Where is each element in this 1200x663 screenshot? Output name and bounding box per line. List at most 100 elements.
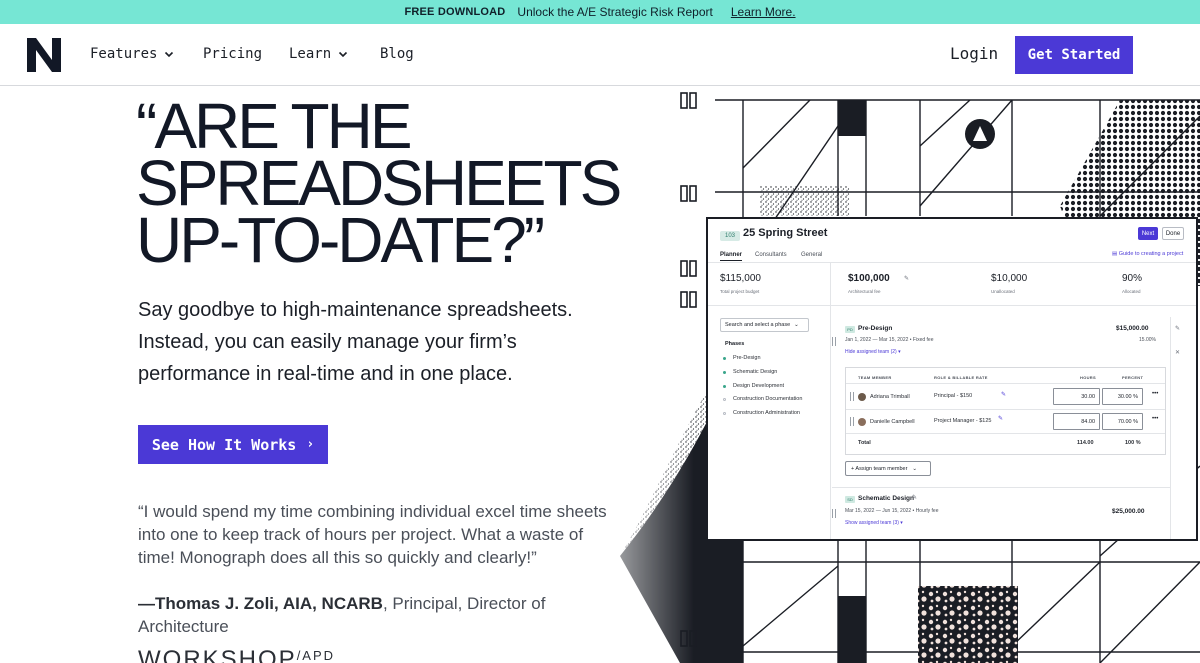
phases-heading: Phases <box>725 341 745 347</box>
guide-link-label: Guide to creating a project <box>1118 251 1184 257</box>
team-member-name: Danielle Campbell <box>870 419 915 425</box>
tab-consultants[interactable]: Consultants <box>755 252 787 258</box>
hide-assigned-team-label: Hide assigned team (2) <box>845 349 897 355</box>
login-link[interactable]: Login <box>950 44 998 63</box>
phase-badge: PD <box>845 326 855 333</box>
testimonial-quote: “I would spend my time combining individ… <box>138 502 607 567</box>
cta-label: See How It Works <box>151 435 297 454</box>
hours-input[interactable]: 30.00 <box>1053 388 1100 405</box>
chevron-down-icon: ▾ <box>898 520 903 526</box>
team-member-role: Project Manager - $125 <box>934 418 992 424</box>
stat-value: $100,000 <box>848 273 890 284</box>
total-hours: 114.00 <box>1077 440 1094 446</box>
team-member-name: Adriana Trimball <box>870 394 910 400</box>
team-table <box>845 367 1166 455</box>
nav-blog[interactable]: Blog <box>380 46 414 62</box>
promo-banner: FREE DOWNLOAD Unlock the A/E Strategic R… <box>0 0 1200 24</box>
hide-assigned-team-link[interactable]: Hide assigned team (2) ▾ <box>845 349 901 355</box>
stat-label: Architectural fee <box>848 289 881 294</box>
nav-pricing-label: Pricing <box>203 46 263 62</box>
phase-list-item[interactable]: Schematic Design <box>733 369 777 375</box>
phase-fee-type: Hourly fee <box>915 508 939 514</box>
phase-dates-text: Jan 1, 2022 — Mar 15, 2022 <box>845 337 909 343</box>
edit-icon[interactable]: ✎ <box>1001 391 1006 398</box>
tab-planner[interactable]: Planner <box>720 252 743 261</box>
banner-tag: FREE DOWNLOAD <box>404 6 506 18</box>
phase-dates-text: Mar 15, 2022 — Jun 15, 2022 <box>845 508 912 514</box>
tab-general[interactable]: General <box>801 252 822 258</box>
chevron-down-icon <box>339 51 348 58</box>
client-logo-sup: /APD <box>296 648 336 663</box>
drag-handle-icon[interactable] <box>850 392 854 401</box>
drag-handle-icon[interactable] <box>850 417 854 426</box>
stat-label: Total project budget <box>720 289 760 294</box>
phase-search-select[interactable]: Search and select a phase ⌄ <box>720 318 809 332</box>
phase-dates: Mar 15, 2022 — Jun 15, 2022 • Hourly fee <box>845 508 938 514</box>
drag-handle-icon[interactable] <box>832 337 836 346</box>
table-header: TEAM MEMBER <box>858 375 892 380</box>
nav-features[interactable]: Features <box>90 46 174 62</box>
table-header: HOURS <box>1080 375 1096 380</box>
app-screenshot-card: 103 25 Spring Street Next Done Planner C… <box>706 217 1198 541</box>
nav-learn[interactable]: Learn <box>289 46 348 62</box>
phase-status-dot <box>723 357 726 360</box>
phase-name: Schematic Design <box>858 495 914 502</box>
show-assigned-team-link[interactable]: Show assigned team (3) ▾ <box>845 520 903 526</box>
drag-handle-icon[interactable] <box>832 509 836 518</box>
close-icon[interactable]: ✕ <box>1175 349 1180 356</box>
done-button[interactable]: Done <box>1162 227 1184 240</box>
more-options-icon[interactable]: ••• <box>1152 391 1158 397</box>
total-percent: 100 % <box>1125 440 1141 446</box>
stats-divider <box>708 305 1196 306</box>
chevron-down-icon: ⌄ <box>794 322 799 328</box>
phase-divider <box>832 487 1171 488</box>
phase-status-dot <box>723 398 726 401</box>
phase-dates: Jan 1, 2022 — Mar 15, 2022 • Fixed fee <box>845 337 933 343</box>
nav-pricing[interactable]: Pricing <box>203 46 262 62</box>
phase-amount: $25,000.00 <box>1112 508 1145 515</box>
edit-icon[interactable]: ✎ <box>912 494 917 501</box>
get-started-button[interactable]: Get Started <box>1015 36 1133 74</box>
stat-label: Unallocated <box>991 289 1015 294</box>
percent-input[interactable]: 70.00 % <box>1102 413 1143 430</box>
hours-input[interactable]: 84.00 <box>1053 413 1100 430</box>
project-number-badge: 103 <box>720 231 740 241</box>
edit-icon[interactable]: ✎ <box>1175 325 1180 332</box>
phase-status-dot <box>723 371 726 374</box>
assign-team-member-button[interactable]: + Assign team member ⌄ <box>845 461 931 476</box>
tab-divider <box>708 262 1196 263</box>
phase-amount: $15,000.00 <box>1116 325 1149 332</box>
phase-list-item[interactable]: Construction Administration <box>733 410 800 416</box>
phase-badge: SD <box>845 496 855 503</box>
stat-value: $115,000 <box>720 273 761 284</box>
top-navigation: Features Pricing Learn Blog Login Get St… <box>0 24 1200 86</box>
chevron-right-icon: › <box>306 437 315 452</box>
nav-features-label: Features <box>90 46 158 62</box>
edit-icon[interactable]: ✎ <box>904 275 909 282</box>
more-options-icon[interactable]: ••• <box>1152 416 1158 422</box>
monograph-logo[interactable] <box>27 38 61 72</box>
avatar <box>858 393 866 401</box>
assign-team-member-label: + Assign team member <box>851 465 908 472</box>
phase-list-item[interactable]: Pre-Design <box>733 355 761 361</box>
nav-learn-label: Learn <box>289 46 332 62</box>
phase-fee-type: Fixed fee <box>912 337 934 343</box>
stat-value: 90% <box>1122 273 1143 284</box>
phase-list-item[interactable]: Construction Documentation <box>733 396 802 402</box>
phase-list-item[interactable]: Design Development <box>733 383 784 389</box>
next-button[interactable]: Next <box>1138 227 1158 240</box>
table-row-divider <box>846 383 1165 384</box>
guide-link[interactable]: ▤ Guide to creating a project <box>1112 251 1183 257</box>
hero-subheading: Say goodbye to high-maintenance spreadsh… <box>138 299 573 385</box>
panel-divider <box>830 306 831 539</box>
attribution-name: —Thomas J. Zoli, AIA, NCARB <box>138 594 383 613</box>
client-logo-text: WORKSHOP <box>138 646 297 663</box>
percent-input[interactable]: 30.00 % <box>1102 388 1143 405</box>
edit-icon[interactable]: ✎ <box>998 415 1003 422</box>
table-row-divider <box>846 409 1165 410</box>
see-how-it-works-button[interactable]: See How It Works › <box>138 425 328 464</box>
hero-headline: “ARE THE SPREADSHEETS UP-TO-DATE?” <box>136 94 656 272</box>
banner-learn-more-link[interactable]: Learn More. <box>731 5 796 19</box>
stat-label: Allocated <box>1122 289 1141 294</box>
show-assigned-team-label: Show assigned team (3) <box>845 520 899 526</box>
